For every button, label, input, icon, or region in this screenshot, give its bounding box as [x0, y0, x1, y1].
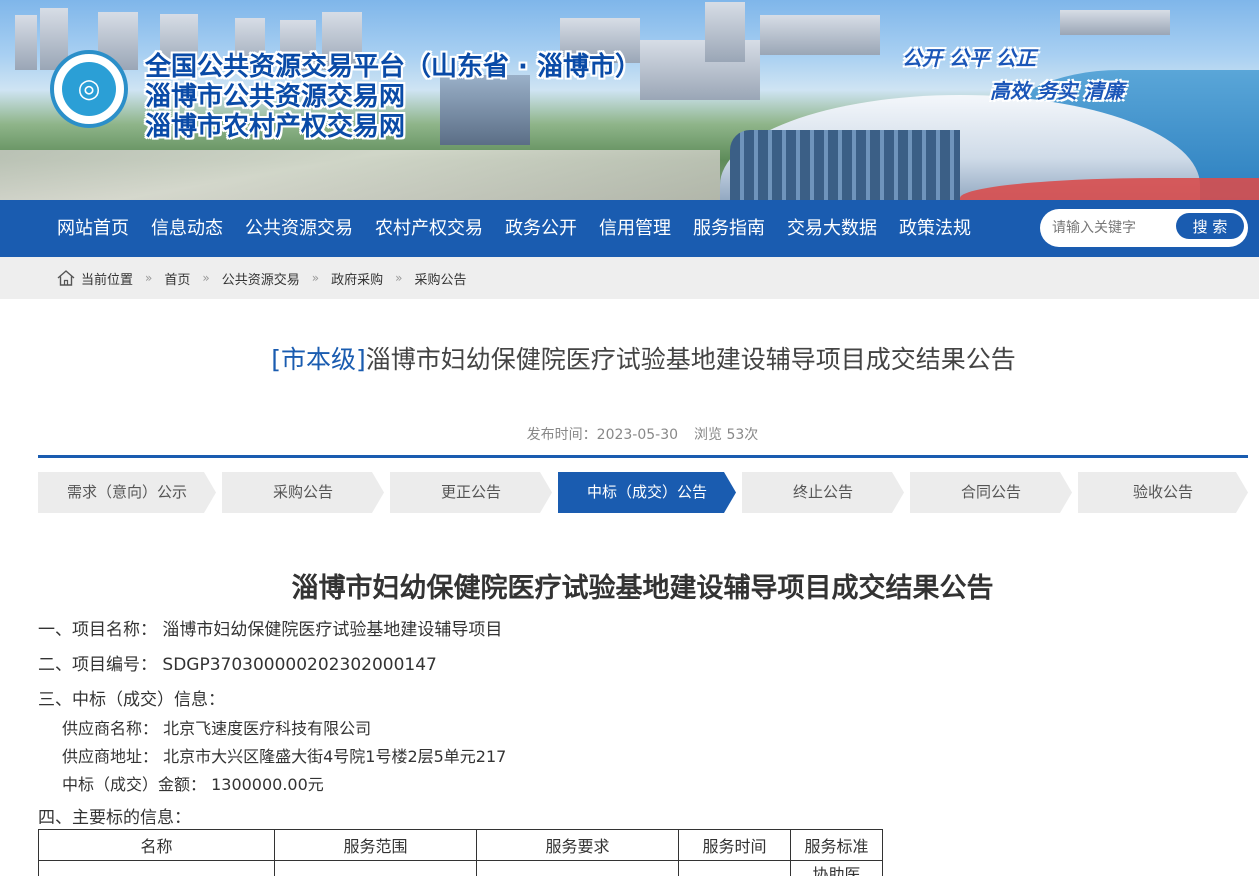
document-title: 淄博市妇幼保健院医疗试验基地建设辅导项目成交结果公告: [291, 573, 994, 604]
article-level-tag: [市本级]: [271, 345, 366, 374]
breadcrumb-separator: »: [202, 271, 210, 285]
nav-item-guide[interactable]: 服务指南: [682, 200, 776, 257]
table-header-cell: 服务要求: [476, 829, 679, 861]
tab-award-notice[interactable]: 中标（成交）公告: [558, 472, 736, 513]
winner-info-heading: 三、中标（成交）信息：: [38, 690, 225, 710]
tab-acceptance-notice[interactable]: 验收公告: [1078, 472, 1248, 513]
breadcrumb-procurement-notice[interactable]: 采购公告: [414, 269, 466, 288]
search-input[interactable]: [1052, 214, 1172, 242]
table-header-cell: 名称: [38, 829, 275, 861]
subject-info-table: 名称 服务范围 服务要求 服务时间 服务标准 协助医: [38, 829, 883, 876]
breadcrumb-separator: »: [311, 271, 320, 285]
table-cell: [476, 860, 679, 876]
nav-item-policy[interactable]: 政策法规: [888, 200, 982, 257]
nav-item-news[interactable]: 信息动态: [140, 200, 234, 257]
table-header-row: 名称 服务范围 服务要求 服务时间 服务标准: [38, 829, 883, 861]
site-title-rural: 淄博市农村产权交易网: [145, 112, 406, 142]
nav-item-public-trading[interactable]: 公共资源交易: [234, 200, 364, 257]
slogan-open-fair: 公开 公平 公正: [902, 46, 1036, 70]
slogan-efficient: 高效 务实 清廉: [990, 79, 1124, 103]
breadcrumb-gov-procurement[interactable]: 政府采购: [331, 269, 383, 288]
article-title: [市本级]淄博市妇幼保健院医疗试验基地建设辅导项目成交结果公告: [0, 340, 1259, 376]
tab-demand-notice[interactable]: 需求（意向）公示: [38, 472, 216, 513]
subject-info-heading: 四、主要标的信息：: [38, 808, 191, 828]
award-amount-line: 中标（成交）金额： 1300000.00元: [62, 775, 324, 794]
nav-item-gov-affairs[interactable]: 政务公开: [494, 200, 588, 257]
table-header-cell: 服务范围: [274, 829, 477, 861]
home-icon: [57, 270, 75, 286]
tab-procurement-notice[interactable]: 采购公告: [222, 472, 384, 513]
tab-contract-notice[interactable]: 合同公告: [910, 472, 1072, 513]
project-name-line: 一、项目名称： 淄博市妇幼保健院医疗试验基地建设辅导项目: [38, 620, 503, 640]
table-header-cell: 服务标准: [790, 829, 883, 861]
tab-correction-notice[interactable]: 更正公告: [390, 472, 552, 513]
table-cell: [678, 860, 791, 876]
view-count: 浏览 53次: [694, 427, 759, 443]
site-banner: ◎ 全国公共资源交易平台（山东省 · 淄博市） 淄博市公共资源交易网 淄博市农村…: [0, 0, 1259, 200]
table-header-cell: 服务时间: [678, 829, 791, 861]
project-number-line: 二、项目编号： SDGP370300000202302000147: [38, 655, 437, 675]
table-row: 协助医: [38, 860, 883, 876]
site-titles: 全国公共资源交易平台（山东省 · 淄博市） 淄博市公共资源交易网 淄博市农村产权…: [145, 52, 641, 142]
breadcrumb-home[interactable]: 首页: [164, 269, 190, 288]
article-meta: 发布时间：2023-05-30 浏览 53次: [0, 424, 1259, 444]
search-button[interactable]: 搜 索: [1176, 213, 1244, 239]
breadcrumb-separator: »: [395, 271, 403, 285]
tab-termination-notice[interactable]: 终止公告: [742, 472, 904, 513]
publish-time: 发布时间：2023-05-30: [526, 427, 679, 443]
nav-item-big-data[interactable]: 交易大数据: [776, 200, 888, 257]
nav-item-home[interactable]: 网站首页: [46, 200, 140, 257]
site-logo[interactable]: ◎: [50, 50, 128, 128]
site-title-resource: 淄博市公共资源交易网: [145, 82, 406, 112]
site-title-platform: 全国公共资源交易平台（山东省 · 淄博市）: [145, 52, 641, 82]
supplier-name-line: 供应商名称： 北京飞速度医疗科技有限公司: [62, 719, 372, 738]
table-cell: 协助医: [790, 860, 883, 876]
nav-item-rural-trading[interactable]: 农村产权交易: [364, 200, 494, 257]
title-divider: [38, 455, 1248, 458]
article-title-text: 淄博市妇幼保健院医疗试验基地建设辅导项目成交结果公告: [365, 345, 1016, 374]
table-cell: [274, 860, 477, 876]
breadcrumb: 当前位置 » 首页 » 公共资源交易 » 政府采购 » 采购公告: [0, 257, 1259, 299]
breadcrumb-public-trading[interactable]: 公共资源交易: [222, 269, 300, 288]
nav-item-credit[interactable]: 信用管理: [588, 200, 682, 257]
table-cell: [38, 860, 275, 876]
logo-emblem-icon: ◎: [62, 62, 116, 116]
breadcrumb-current-label: 当前位置: [81, 272, 134, 288]
breadcrumb-separator: »: [145, 271, 153, 285]
supplier-address-line: 供应商地址： 北京市大兴区隆盛大街4号院1号楼2层5单元217: [62, 747, 507, 766]
